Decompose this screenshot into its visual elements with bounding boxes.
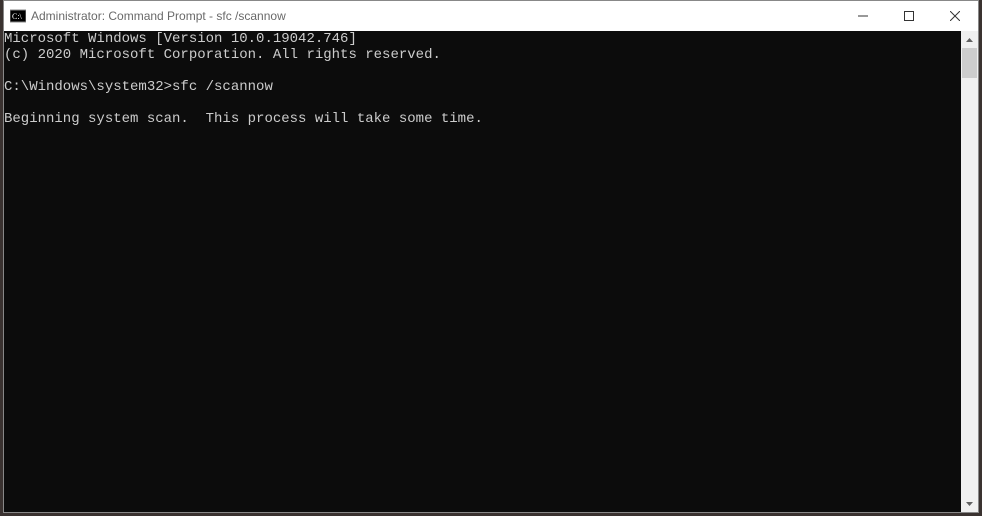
cmd-icon: C:\ — [10, 8, 26, 24]
version-line: Microsoft Windows [Version 10.0.19042.74… — [4, 31, 357, 47]
terminal-area: Microsoft Windows [Version 10.0.19042.74… — [4, 31, 978, 512]
titlebar[interactable]: C:\ Administrator: Command Prompt - sfc … — [4, 1, 978, 31]
close-button[interactable] — [932, 1, 978, 31]
scroll-down-button[interactable] — [961, 495, 978, 512]
maximize-button[interactable] — [886, 1, 932, 31]
terminal-output[interactable]: Microsoft Windows [Version 10.0.19042.74… — [4, 31, 961, 512]
vertical-scrollbar[interactable] — [961, 31, 978, 512]
minimize-button[interactable] — [840, 1, 886, 31]
scroll-up-button[interactable] — [961, 31, 978, 48]
copyright-line: (c) 2020 Microsoft Corporation. All righ… — [4, 47, 441, 63]
prompt-line: C:\Windows\system32>sfc /scannow — [4, 79, 273, 95]
status-line: Beginning system scan. This process will… — [4, 111, 483, 127]
scroll-thumb[interactable] — [962, 48, 977, 78]
svg-text:C:\: C:\ — [12, 12, 23, 21]
window-controls — [840, 1, 978, 31]
command-prompt-window: C:\ Administrator: Command Prompt - sfc … — [3, 0, 979, 513]
window-title: Administrator: Command Prompt - sfc /sca… — [31, 9, 840, 23]
